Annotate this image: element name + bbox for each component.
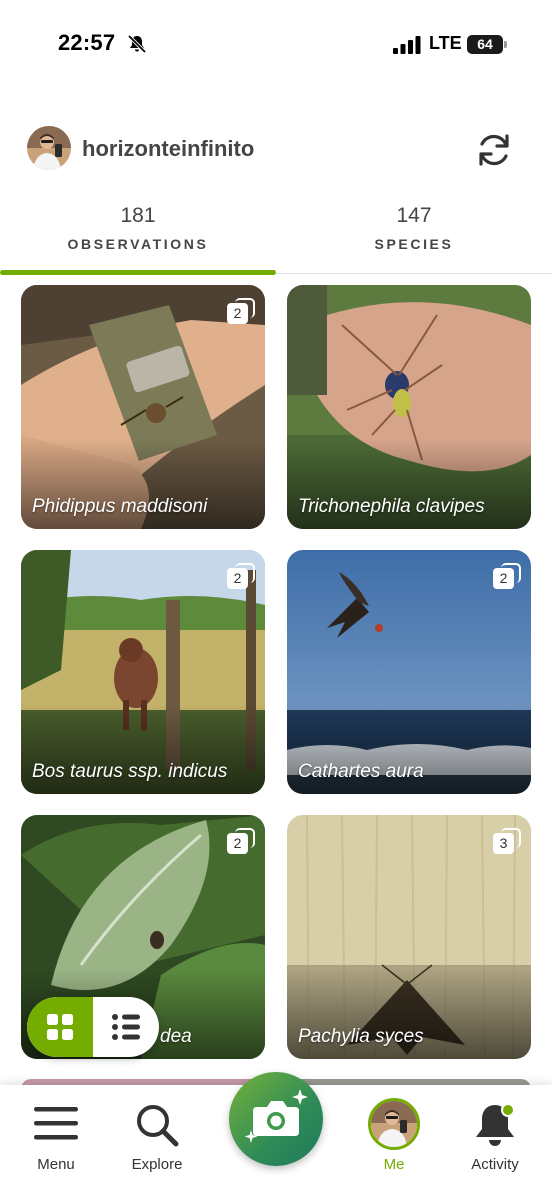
- photo-count-badge: 3: [489, 828, 521, 856]
- observation-card[interactable]: 2 Phidippus maddisoni: [21, 285, 265, 529]
- add-observation-button[interactable]: [229, 1072, 323, 1166]
- photo-count-badge: 2: [489, 563, 521, 591]
- avatar-image: [27, 126, 71, 170]
- tab-species[interactable]: 147 SPECIES: [276, 196, 552, 274]
- status-bar: 22:57 LTE 64: [0, 0, 552, 90]
- observation-card[interactable]: 2 Bos taurus ssp. indicus: [21, 550, 265, 794]
- observation-card[interactable]: Trichonephila clavipes: [287, 285, 531, 529]
- profile-tabs: 181 OBSERVATIONS 147 SPECIES: [0, 196, 552, 275]
- profile-header: horizonteinfinito: [0, 126, 552, 174]
- observation-card[interactable]: 2 Cathartes aura: [287, 550, 531, 794]
- nav-explore-label: Explore: [131, 1156, 183, 1173]
- taxon-name: Phidippus maddisoni: [32, 496, 208, 517]
- photo-count-badge: 2: [223, 563, 255, 591]
- species-count: 147: [396, 204, 432, 227]
- photo-count: 2: [227, 833, 248, 854]
- camera-sparkle-icon: [244, 1089, 308, 1143]
- grid-view-button[interactable]: [27, 997, 93, 1057]
- battery-tip: [504, 41, 507, 48]
- photo-count: 2: [227, 568, 248, 589]
- observations-label: OBSERVATIONS: [67, 236, 209, 252]
- taxon-name: Trichonephila clavipes: [298, 496, 485, 517]
- notification-dot: [501, 1103, 515, 1117]
- taxon-name: Pachylia syces: [298, 1026, 424, 1047]
- battery-icon: 64: [467, 35, 507, 54]
- nav-explore[interactable]: Explore: [102, 1085, 212, 1200]
- photo-count: 2: [227, 303, 248, 324]
- taxon-name: Bos taurus ssp. indicus: [32, 761, 228, 782]
- status-time: 22:57: [58, 30, 116, 55]
- nav-menu-label: Menu: [37, 1156, 75, 1173]
- grid-icon: [47, 1014, 73, 1040]
- nav-me-label: Me: [383, 1156, 405, 1173]
- active-tab-indicator: [0, 270, 276, 275]
- list-icon: [112, 1014, 140, 1040]
- avatar: [371, 1101, 417, 1147]
- view-toggle: [27, 997, 159, 1057]
- photo-count-badge: 2: [223, 828, 255, 856]
- taxon-name: dea: [160, 1026, 192, 1047]
- taxon-name: Cathartes aura: [298, 761, 424, 782]
- species-label: SPECIES: [374, 236, 454, 252]
- observations-count: 181: [120, 204, 156, 227]
- network-type: LTE: [429, 33, 462, 53]
- tab-observations[interactable]: 181 OBSERVATIONS: [0, 196, 276, 275]
- observation-card[interactable]: 3 Pachylia syces: [287, 815, 531, 1059]
- nav-activity-label: Activity: [471, 1156, 519, 1173]
- search-icon: [137, 1105, 179, 1147]
- me-avatar[interactable]: [368, 1098, 420, 1150]
- list-view-button[interactable]: [93, 997, 159, 1057]
- photo-count: 3: [493, 833, 514, 854]
- photo-count: 2: [493, 568, 514, 589]
- avatar[interactable]: [27, 126, 71, 170]
- battery-level: 64: [467, 35, 503, 54]
- bell-slash-icon: [127, 34, 147, 54]
- username[interactable]: horizonteinfinito: [82, 136, 254, 162]
- signal-icon: [393, 36, 421, 54]
- nav-activity[interactable]: Activity: [440, 1085, 550, 1200]
- photo-count-badge: 2: [223, 298, 255, 326]
- nav-menu[interactable]: Menu: [1, 1085, 111, 1200]
- menu-icon: [34, 1107, 78, 1140]
- refresh-icon[interactable]: [472, 128, 516, 172]
